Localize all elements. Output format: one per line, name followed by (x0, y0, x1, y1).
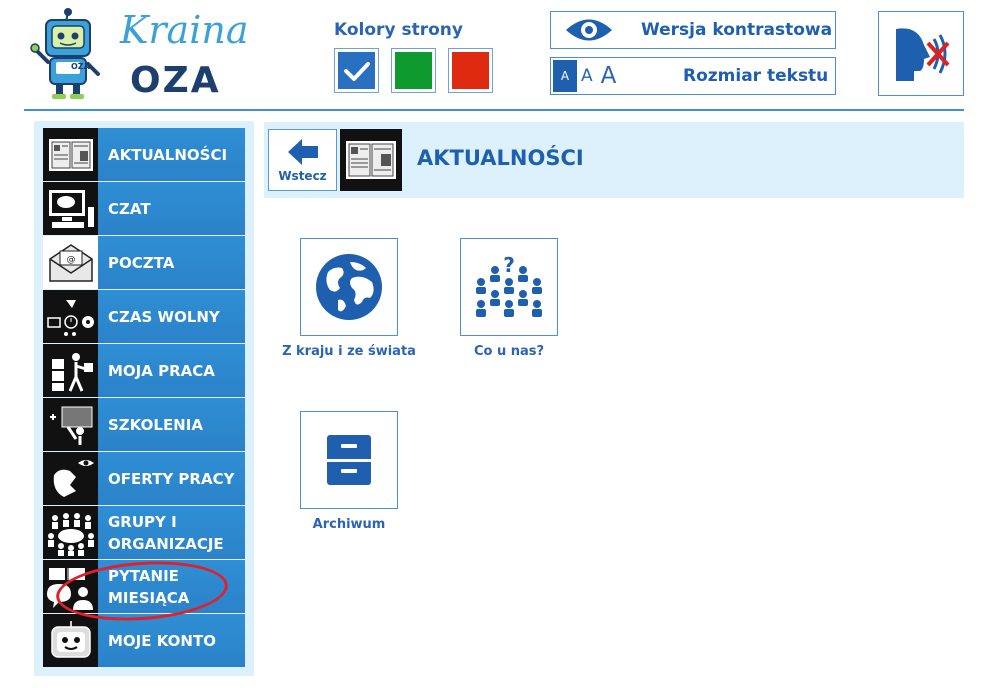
svg-text:?: ? (503, 254, 515, 277)
worker-icon (43, 344, 98, 397)
tile-archiwum[interactable]: Archiwum (279, 411, 419, 532)
sidebar-item-label: MOJA PRACA (98, 344, 245, 397)
sidebar-item-label: AKTUALNOŚCI (98, 128, 245, 181)
contrast-version-label: Wersja kontrastowa (641, 20, 833, 40)
newspaper-icon (43, 128, 98, 181)
newspaper-icon (340, 129, 402, 191)
back-button[interactable]: Wstecz (268, 129, 337, 191)
text-size-large-button[interactable]: A (601, 63, 617, 89)
people-question-icon: ? (476, 254, 542, 317)
sidebar-item-label: CZAS WOLNY (98, 290, 245, 343)
color-scheme-picker: Kolory strony (334, 20, 504, 93)
sidebar-item-szkolenia[interactable]: SZKOLENIA (43, 398, 245, 452)
sidebar-item-label: GRUPY I ORGANIZACJE (98, 506, 245, 559)
checkmark-icon (343, 61, 370, 81)
sidebar-item-oferty-pracy[interactable]: OFERTY PRACY (43, 452, 245, 506)
logo[interactable]: OZA Kraina OZA (28, 6, 249, 102)
tile-co-u-nas[interactable]: ? Co u nas? (439, 238, 579, 359)
speech-toggle-button[interactable] (878, 11, 964, 96)
cabinet-icon (327, 435, 371, 485)
sidebar-item-label: MOJE KONTO (98, 614, 245, 667)
speech-off-icon (896, 27, 950, 81)
sidebar-item-grupy-i-organizacje[interactable]: GRUPY I ORGANIZACJE (43, 506, 245, 560)
logo-word-oza: OZA (130, 60, 221, 101)
header-divider (24, 109, 964, 111)
section-header: Wstecz AKTUALNOŚCI (264, 122, 964, 198)
arrow-left-icon (287, 139, 318, 165)
job-offers-icon (43, 452, 98, 505)
tile-z-kraju-i-ze-swiata[interactable]: Z kraju i ze świata (279, 238, 419, 359)
sidebar-item-pytanie-miesiaca[interactable]: PYTANIE MIESIĄCA (43, 560, 245, 614)
text-size-label: Rozmiar tekstu (683, 66, 829, 86)
color-swatch-red[interactable] (448, 48, 493, 93)
sidebar-item-poczta[interactable]: @ POCZTA (43, 236, 245, 290)
sidebar-item-czat[interactable]: CZAT (43, 182, 245, 236)
leisure-icon (43, 290, 98, 343)
envelope-icon: @ (43, 236, 98, 289)
sidebar-item-moja-praca[interactable]: MOJA PRACA (43, 344, 245, 398)
sidebar-item-label: SZKOLENIA (98, 398, 245, 451)
page-title: AKTUALNOŚCI (417, 146, 584, 170)
sidebar-item-label: OFERTY PRACY (98, 452, 245, 505)
back-button-label: Wstecz (278, 169, 327, 183)
text-size-control: A A A Rozmiar tekstu (550, 57, 836, 95)
sidebar-item-label: CZAT (98, 182, 245, 235)
contrast-version-button[interactable]: Wersja kontrastowa (550, 11, 836, 49)
sidebar-item-aktualnosci[interactable]: AKTUALNOŚCI (43, 128, 245, 182)
sidebar-nav: AKTUALNOŚCI CZAT @ POCZTA CZAS WOLNY MOJ… (34, 121, 254, 676)
sidebar-item-label: POCZTA (98, 236, 245, 289)
chat-computer-icon (43, 182, 98, 235)
text-size-small-button[interactable]: A (553, 60, 577, 92)
sidebar-item-label: PYTANIE MIESIĄCA (98, 560, 245, 613)
groups-icon (43, 506, 98, 559)
training-icon (43, 398, 98, 451)
sidebar-item-czas-wolny[interactable]: CZAS WOLNY (43, 290, 245, 344)
tile-label: Z kraju i ze świata (282, 344, 416, 359)
tile-label: Archiwum (312, 517, 386, 532)
eye-icon (566, 19, 612, 41)
color-scheme-title: Kolory strony (334, 20, 463, 40)
tile-label: Co u nas? (473, 344, 545, 359)
color-swatch-blue[interactable] (334, 48, 379, 93)
text-size-medium-button[interactable]: A (581, 66, 593, 86)
logo-word-kraina: Kraina (120, 8, 249, 52)
svg-text:@: @ (66, 255, 75, 265)
robot-account-icon (43, 614, 98, 667)
question-month-icon (43, 560, 98, 613)
color-swatch-green[interactable] (391, 48, 436, 93)
globe-icon (316, 254, 382, 320)
logo-badge: OZA (71, 62, 90, 71)
sidebar-item-moje-konto[interactable]: MOJE KONTO (43, 614, 245, 668)
